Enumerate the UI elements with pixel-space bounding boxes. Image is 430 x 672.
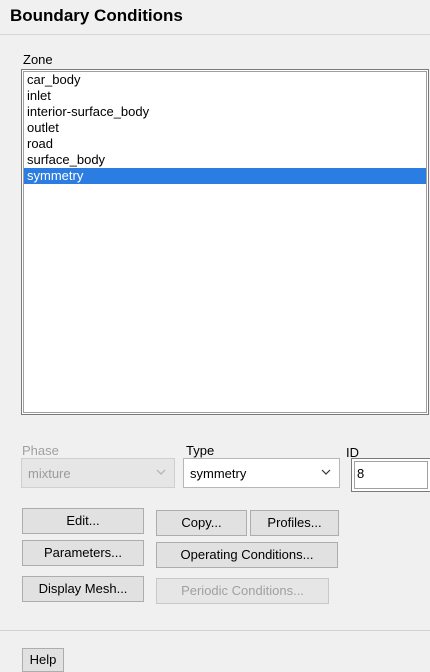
- id-field-inner: [354, 461, 428, 489]
- id-field[interactable]: 8: [351, 458, 430, 492]
- copy-button[interactable]: Copy...: [156, 510, 247, 536]
- zone-list-item[interactable]: symmetry: [24, 168, 426, 184]
- phase-label: Phase: [22, 443, 59, 458]
- edit-button[interactable]: Edit...: [22, 508, 144, 534]
- chevron-down-icon: [321, 469, 331, 475]
- panel-title: Boundary Conditions: [10, 6, 183, 25]
- zone-list-inner: car_body inlet interior-surface_body outlet…: [23, 71, 427, 413]
- type-label: Type: [186, 443, 215, 458]
- display-mesh-button[interactable]: Display Mesh...: [22, 576, 144, 602]
- profiles-button[interactable]: Profiles...: [250, 510, 339, 536]
- type-value: symmetry: [190, 466, 247, 481]
- zone-list-item[interactable]: car_body: [24, 72, 426, 88]
- chevron-down-icon: [156, 469, 166, 475]
- panel-header: Boundary Conditions: [0, 0, 430, 35]
- type-dropdown[interactable]: symmetry: [183, 458, 340, 488]
- parameters-button[interactable]: Parameters...: [22, 540, 144, 566]
- help-button[interactable]: Help: [22, 648, 64, 672]
- zone-label: Zone: [23, 52, 53, 67]
- zone-list-item[interactable]: road: [24, 136, 426, 152]
- zone-list-item[interactable]: outlet: [24, 120, 426, 136]
- operating-conditions-button[interactable]: Operating Conditions...: [156, 542, 338, 568]
- periodic-conditions-button: Periodic Conditions...: [156, 578, 329, 604]
- id-value: 8: [357, 466, 365, 481]
- zone-list-item[interactable]: inlet: [24, 88, 426, 104]
- footer-divider: [0, 630, 430, 631]
- zone-list-item[interactable]: interior-surface_body: [24, 104, 426, 120]
- zone-list-item[interactable]: surface_body: [24, 152, 426, 168]
- phase-dropdown[interactable]: mixture: [21, 458, 175, 488]
- zone-list[interactable]: car_body inlet interior-surface_body outlet…: [21, 69, 429, 415]
- phase-value: mixture: [28, 466, 71, 481]
